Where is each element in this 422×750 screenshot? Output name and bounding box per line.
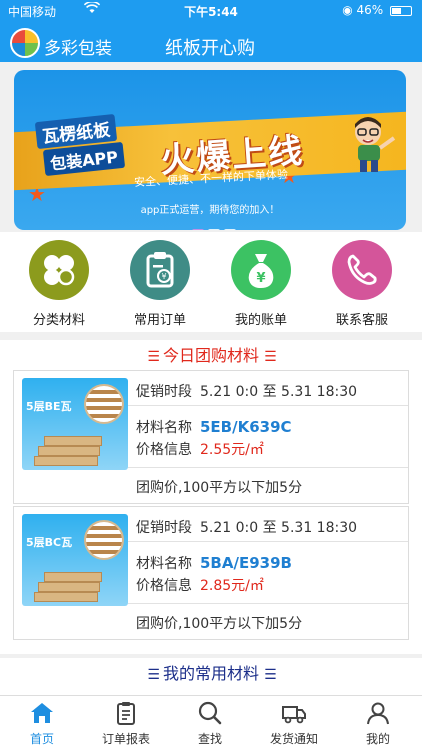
group-buy-section: ☰ 今日团购材料 ☰ 5层BE瓦 促销时段 5.21 0:0 至 5.31 18:… bbox=[0, 340, 422, 654]
title-decoration: ☰ bbox=[147, 667, 159, 683]
pagination-dot[interactable] bbox=[192, 229, 204, 230]
quick-nav-label: 我的账单 bbox=[234, 313, 287, 328]
material-name-row: 材料名称 5EB/K639C bbox=[136, 417, 292, 437]
corrugated-sample-icon bbox=[84, 384, 124, 424]
quick-nav: 分类材料 ¥ 常用订单 ¥ 我的账单 联系客服 bbox=[0, 232, 422, 332]
tab-label: 首页 bbox=[29, 732, 54, 746]
battery-icon bbox=[390, 5, 412, 16]
price-label: 价格信息 bbox=[136, 442, 192, 458]
board-illustration bbox=[34, 456, 98, 466]
material-name: 5EB/K639C bbox=[200, 418, 292, 436]
tab-label: 我的 bbox=[365, 732, 390, 746]
status-bar: 中国移动 下午5:44 ◉ 46% bbox=[0, 0, 422, 22]
price-value: 2.55元/㎡ bbox=[200, 442, 264, 458]
promo-period-row: 促销时段 5.21 0:0 至 5.31 18:30 bbox=[136, 517, 357, 537]
promo-note: 团购价,100平方以下加5分 bbox=[136, 480, 303, 496]
tab-mine[interactable]: 我的 bbox=[336, 700, 420, 747]
period-label: 促销时段 bbox=[136, 520, 192, 536]
divider bbox=[128, 603, 408, 604]
app-header: 多彩包装 纸板开心购 bbox=[0, 26, 422, 62]
group-buy-card[interactable]: 5层BE瓦 促销时段 5.21 0:0 至 5.31 18:30 材料名称 5EB/… bbox=[13, 370, 409, 504]
board-illustration bbox=[34, 592, 98, 602]
price-value: 2.85元/㎡ bbox=[200, 578, 264, 594]
quick-nav-label: 分类材料 bbox=[32, 313, 85, 328]
group-buy-title: ☰ 今日团购材料 ☰ bbox=[0, 340, 422, 372]
pagination-dot[interactable] bbox=[208, 229, 220, 230]
corrugated-sample-icon bbox=[84, 520, 124, 560]
promo-banner[interactable]: ★ ★ ★ 瓦楞纸板 包装APP 火爆上线 安全、便捷、不一样的下单体验 app… bbox=[14, 70, 406, 230]
group-buy-title-text: 今日团购材料 bbox=[162, 346, 259, 365]
page-title: 纸板开心购 bbox=[165, 38, 255, 59]
common-materials-title: ☰ 我的常用材料 ☰ bbox=[0, 658, 422, 690]
bottom-tab-bar: 首页 订单报表 查找 发货通知 我的 bbox=[0, 695, 422, 750]
divider bbox=[128, 405, 408, 406]
quick-nav-label: 常用订单 bbox=[133, 313, 186, 328]
product-thumb-label: 5层BC瓦 bbox=[26, 536, 73, 549]
product-thumbnail: 5层BE瓦 bbox=[22, 378, 128, 470]
tab-home[interactable]: 首页 bbox=[0, 700, 84, 747]
promo-note: 团购价,100平方以下加5分 bbox=[136, 616, 303, 632]
truck-icon bbox=[282, 706, 306, 724]
title-decoration: ☰ bbox=[264, 667, 276, 683]
home-icon bbox=[31, 703, 53, 723]
money-bag-icon: ¥ bbox=[231, 240, 291, 300]
board-illustration bbox=[38, 446, 100, 456]
divider bbox=[128, 541, 408, 542]
period-value: 5.21 0:0 至 5.31 18:30 bbox=[200, 520, 358, 536]
board-illustration bbox=[44, 436, 102, 446]
board-illustration bbox=[38, 582, 100, 592]
material-name: 5BA/E939B bbox=[200, 554, 292, 572]
title-decoration: ☰ bbox=[147, 349, 159, 365]
tab-search[interactable]: 查找 bbox=[168, 700, 252, 747]
brand-name: 多彩包装 bbox=[44, 39, 112, 59]
name-label: 材料名称 bbox=[136, 420, 192, 436]
price-row: 价格信息 2.55元/㎡ bbox=[136, 439, 264, 459]
promo-period-row: 促销时段 5.21 0:0 至 5.31 18:30 bbox=[136, 381, 357, 401]
top-bar: 中国移动 下午5:44 ◉ 46% 多彩包装 纸板开心购 bbox=[0, 0, 422, 62]
period-value: 5.21 0:0 至 5.31 18:30 bbox=[200, 384, 358, 400]
report-icon bbox=[117, 702, 135, 725]
quick-nav-support[interactable]: 联系客服 bbox=[312, 240, 412, 328]
tab-label: 查找 bbox=[197, 732, 222, 746]
user-icon bbox=[367, 702, 389, 725]
board-illustration bbox=[44, 572, 102, 582]
clover-icon bbox=[29, 240, 89, 300]
svg-text:¥: ¥ bbox=[256, 271, 265, 286]
material-name-row: 材料名称 5BA/E939B bbox=[136, 553, 292, 573]
divider bbox=[128, 467, 408, 468]
product-thumb-label: 5层BE瓦 bbox=[26, 400, 72, 413]
common-materials-title-text: 我的常用材料 bbox=[162, 664, 259, 683]
title-decoration: ☰ bbox=[264, 349, 276, 365]
phone-icon bbox=[332, 240, 392, 300]
banner-pagination[interactable] bbox=[192, 218, 240, 230]
period-label: 促销时段 bbox=[136, 384, 192, 400]
name-label: 材料名称 bbox=[136, 556, 192, 572]
battery-indicator: ◉ 46% bbox=[342, 3, 412, 17]
common-materials-section: ☰ 我的常用材料 ☰ bbox=[0, 658, 422, 698]
mascot-illustration bbox=[355, 117, 396, 172]
tab-label: 发货通知 bbox=[269, 732, 318, 746]
price-label: 价格信息 bbox=[136, 578, 192, 594]
brand-logo[interactable] bbox=[10, 28, 40, 58]
svg-text:¥: ¥ bbox=[161, 272, 166, 281]
product-thumbnail: 5层BC瓦 bbox=[22, 514, 128, 606]
group-buy-card[interactable]: 5层BC瓦 促销时段 5.21 0:0 至 5.31 18:30 材料名称 5BA/… bbox=[13, 506, 409, 640]
price-row: 价格信息 2.85元/㎡ bbox=[136, 575, 264, 595]
battery-percent: 46% bbox=[356, 3, 384, 17]
tab-shipping-notice[interactable]: 发货通知 bbox=[252, 700, 336, 747]
pagination-dot[interactable] bbox=[224, 229, 236, 230]
quick-nav-label: 联系客服 bbox=[335, 313, 388, 328]
quick-nav-orders[interactable]: ¥ 常用订单 bbox=[110, 240, 210, 328]
clipboard-icon: ¥ bbox=[130, 240, 190, 300]
rotation-lock-icon: ◉ bbox=[342, 3, 353, 17]
quick-nav-bills[interactable]: ¥ 我的账单 bbox=[211, 240, 311, 328]
tab-order-report[interactable]: 订单报表 bbox=[84, 700, 168, 747]
banner-footer-text: app正式运营，期待您的加入！ bbox=[140, 205, 280, 216]
tab-label: 订单报表 bbox=[101, 732, 150, 746]
search-icon bbox=[198, 701, 222, 725]
quick-nav-categories[interactable]: 分类材料 bbox=[9, 240, 109, 328]
